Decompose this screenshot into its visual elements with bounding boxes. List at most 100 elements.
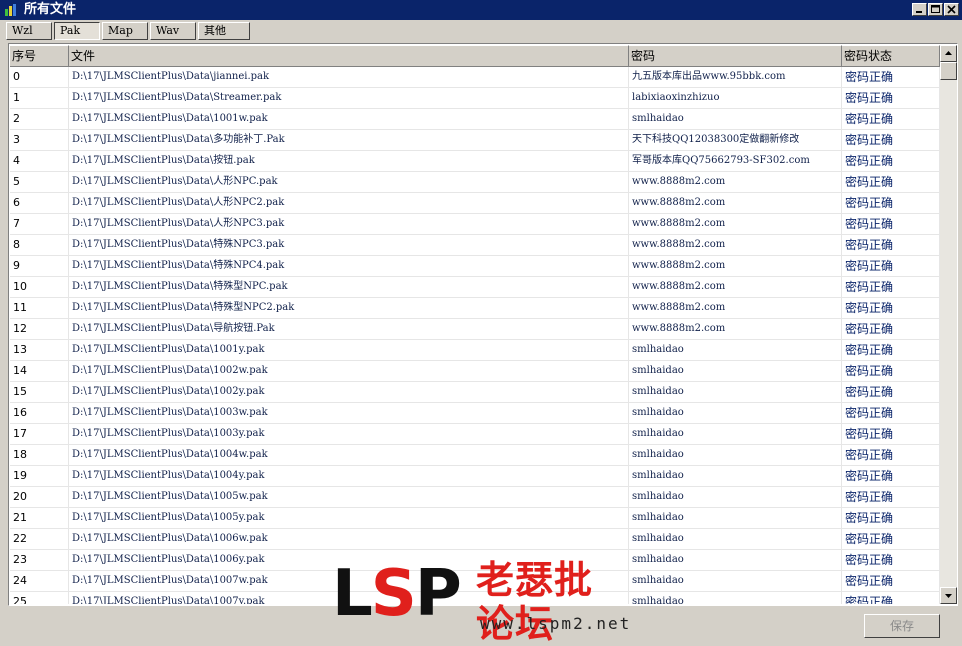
row-password-status: 密码正确 bbox=[842, 361, 940, 382]
row-index: 15 bbox=[10, 382, 69, 403]
table-row[interactable]: 19 D:\17\JLMSClientPlus\Data\1004y.pak sml… bbox=[10, 466, 940, 487]
row-file-path: D:\17\JLMSClientPlus\Data\1002y.pak bbox=[69, 382, 629, 403]
table-row[interactable]: 22 D:\17\JLMSClientPlus\Data\1006w.pak sml… bbox=[10, 529, 940, 550]
arrow-down-icon bbox=[945, 594, 952, 598]
row-password: smlhaidao bbox=[629, 529, 842, 550]
column-header-file[interactable]: 文件 bbox=[69, 45, 629, 67]
table-row[interactable]: 20 D:\17\JLMSClientPlus\Data\1005w.pak sml… bbox=[10, 487, 940, 508]
table-row[interactable]: 14 D:\17\JLMSClientPlus\Data\1002w.pak sml… bbox=[10, 361, 940, 382]
row-password: 九五版本库出品www.95bbk.com bbox=[629, 67, 842, 88]
row-password-status: 密码正确 bbox=[842, 550, 940, 571]
table-row[interactable]: 4 D:\17\JLMSClientPlus\Data\按钮.pak 军哥版本库QQ… bbox=[10, 151, 940, 172]
row-index: 1 bbox=[10, 88, 69, 109]
row-file-path: D:\17\JLMSClientPlus\Data\Streamer.pak bbox=[69, 88, 629, 109]
table-row[interactable]: 12 D:\17\JLMSClientPlus\Data\导航按钮.Pak www.… bbox=[10, 319, 940, 340]
table-row[interactable]: 8 D:\17\JLMSClientPlus\Data\特殊NPC3.pak www… bbox=[10, 235, 940, 256]
table-row[interactable]: 17 D:\17\JLMSClientPlus\Data\1003y.pak sml… bbox=[10, 424, 940, 445]
close-button[interactable] bbox=[944, 3, 959, 16]
row-file-path: D:\17\JLMSClientPlus\Data\1006w.pak bbox=[69, 529, 629, 550]
row-password: smlhaidao bbox=[629, 466, 842, 487]
row-index: 14 bbox=[10, 361, 69, 382]
row-file-path: D:\17\JLMSClientPlus\Data\1001w.pak bbox=[69, 109, 629, 130]
row-password: 天下科技QQ12038300定做翻新修改 bbox=[629, 130, 842, 151]
table-row[interactable]: 9 D:\17\JLMSClientPlus\Data\特殊NPC4.pak www… bbox=[10, 256, 940, 277]
row-index: 11 bbox=[10, 298, 69, 319]
row-password: www.8888m2.com bbox=[629, 214, 842, 235]
row-index: 16 bbox=[10, 403, 69, 424]
row-password: smlhaidao bbox=[629, 361, 842, 382]
row-password: labixiaoxinzhizuo bbox=[629, 88, 842, 109]
scroll-down-button[interactable] bbox=[940, 587, 957, 604]
row-index: 17 bbox=[10, 424, 69, 445]
table-row[interactable]: 5 D:\17\JLMSClientPlus\Data\人形NPC.pak www.… bbox=[10, 172, 940, 193]
tab-wav[interactable]: Wav bbox=[150, 22, 196, 40]
save-button[interactable]: 保存 bbox=[864, 614, 940, 638]
row-file-path: D:\17\JLMSClientPlus\Data\1004w.pak bbox=[69, 445, 629, 466]
row-password-status: 密码正确 bbox=[842, 382, 940, 403]
maximize-button[interactable] bbox=[928, 3, 943, 16]
table-row[interactable]: 15 D:\17\JLMSClientPlus\Data\1002y.pak sml… bbox=[10, 382, 940, 403]
row-password: www.8888m2.com bbox=[629, 256, 842, 277]
table-row[interactable]: 10 D:\17\JLMSClientPlus\Data\特殊型NPC.pak ww… bbox=[10, 277, 940, 298]
row-password: www.8888m2.com bbox=[629, 235, 842, 256]
table-row[interactable]: 18 D:\17\JLMSClientPlus\Data\1004w.pak sml… bbox=[10, 445, 940, 466]
row-file-path: D:\17\JLMSClientPlus\Data\1005w.pak bbox=[69, 487, 629, 508]
row-password-status: 密码正确 bbox=[842, 130, 940, 151]
table-row[interactable]: 1 D:\17\JLMSClientPlus\Data\Streamer.pak l… bbox=[10, 88, 940, 109]
table-row[interactable]: 2 D:\17\JLMSClientPlus\Data\1001w.pak smlh… bbox=[10, 109, 940, 130]
row-index: 25 bbox=[10, 592, 69, 604]
row-password: www.8888m2.com bbox=[629, 298, 842, 319]
row-file-path: D:\17\JLMSClientPlus\Data\特殊型NPC2.pak bbox=[69, 298, 629, 319]
vertical-scrollbar[interactable] bbox=[940, 45, 957, 604]
row-password: www.8888m2.com bbox=[629, 193, 842, 214]
table-row[interactable]: 16 D:\17\JLMSClientPlus\Data\1003w.pak sml… bbox=[10, 403, 940, 424]
tab-pak[interactable]: Pak bbox=[54, 22, 100, 40]
row-password: smlhaidao bbox=[629, 382, 842, 403]
row-password-status: 密码正确 bbox=[842, 172, 940, 193]
column-header-index[interactable]: 序号 bbox=[10, 45, 69, 67]
tab-wzl[interactable]: Wzl bbox=[6, 22, 52, 40]
row-index: 4 bbox=[10, 151, 69, 172]
row-index: 9 bbox=[10, 256, 69, 277]
tab-strip: Wzl Pak Map Wav 其他 bbox=[6, 22, 406, 42]
table-row[interactable]: 3 D:\17\JLMSClientPlus\Data\多功能补丁.Pak 天下科技… bbox=[10, 130, 940, 151]
row-file-path: D:\17\JLMSClientPlus\Data\人形NPC2.pak bbox=[69, 193, 629, 214]
row-file-path: D:\17\JLMSClientPlus\Data\1005y.pak bbox=[69, 508, 629, 529]
row-password-status: 密码正确 bbox=[842, 235, 940, 256]
row-password-status: 密码正确 bbox=[842, 298, 940, 319]
watermark-lsp: LSP bbox=[332, 557, 462, 631]
table-row[interactable]: 6 D:\17\JLMSClientPlus\Data\人形NPC2.pak www… bbox=[10, 193, 940, 214]
row-password-status: 密码正确 bbox=[842, 508, 940, 529]
scroll-up-button[interactable] bbox=[940, 45, 957, 62]
minimize-button[interactable] bbox=[912, 3, 927, 16]
row-password-status: 密码正确 bbox=[842, 487, 940, 508]
row-password-status: 密码正确 bbox=[842, 256, 940, 277]
row-file-path: D:\17\JLMSClientPlus\Data\jiannei.pak bbox=[69, 67, 629, 88]
row-password-status: 密码正确 bbox=[842, 277, 940, 298]
row-password: 军哥版本库QQ75662793-SF302.com bbox=[629, 151, 842, 172]
table-row[interactable]: 13 D:\17\JLMSClientPlus\Data\1001y.pak sml… bbox=[10, 340, 940, 361]
row-password-status: 密码正确 bbox=[842, 571, 940, 592]
table-row[interactable]: 21 D:\17\JLMSClientPlus\Data\1005y.pak sml… bbox=[10, 508, 940, 529]
row-index: 22 bbox=[10, 529, 69, 550]
row-index: 21 bbox=[10, 508, 69, 529]
row-password: smlhaidao bbox=[629, 109, 842, 130]
column-header-status[interactable]: 密码状态 bbox=[842, 45, 940, 67]
row-file-path: D:\17\JLMSClientPlus\Data\按钮.pak bbox=[69, 151, 629, 172]
table-row[interactable]: 11 D:\17\JLMSClientPlus\Data\特殊型NPC2.pak w… bbox=[10, 298, 940, 319]
file-grid[interactable]: 序号 文件 密码 密码状态 0 D:\17\JLMSClientPlus\Data… bbox=[8, 43, 958, 606]
tab-other[interactable]: 其他 bbox=[198, 22, 250, 40]
row-index: 5 bbox=[10, 172, 69, 193]
row-password-status: 密码正确 bbox=[842, 88, 940, 109]
column-header-password[interactable]: 密码 bbox=[629, 45, 842, 67]
tab-map[interactable]: Map bbox=[102, 22, 148, 40]
row-password: smlhaidao bbox=[629, 340, 842, 361]
scroll-thumb[interactable] bbox=[940, 62, 957, 80]
table-row[interactable]: 0 D:\17\JLMSClientPlus\Data\jiannei.pak 九五… bbox=[10, 67, 940, 88]
row-password: smlhaidao bbox=[629, 445, 842, 466]
row-index: 23 bbox=[10, 550, 69, 571]
row-password-status: 密码正确 bbox=[842, 319, 940, 340]
row-password-status: 密码正确 bbox=[842, 403, 940, 424]
table-row[interactable]: 7 D:\17\JLMSClientPlus\Data\人形NPC3.pak www… bbox=[10, 214, 940, 235]
row-index: 8 bbox=[10, 235, 69, 256]
